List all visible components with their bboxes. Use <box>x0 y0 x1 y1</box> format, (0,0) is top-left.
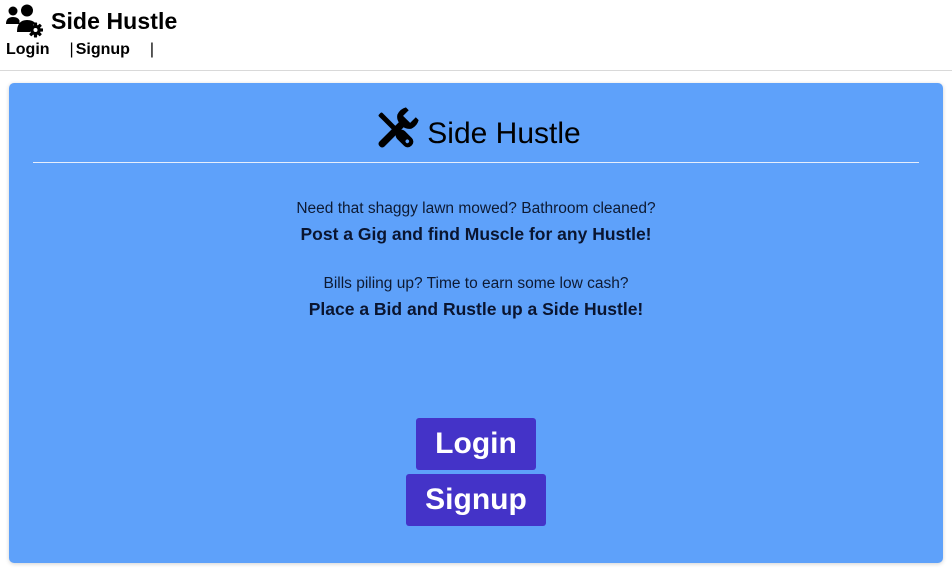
hero-card: Side Hustle Need that shaggy lawn mowed?… <box>9 83 943 563</box>
divider <box>33 162 919 163</box>
nav-links: Login | Signup | <box>6 41 158 59</box>
nav-signup-link[interactable]: Signup <box>76 41 130 59</box>
nav-login-link[interactable]: Login <box>6 41 50 59</box>
signup-button[interactable]: Signup <box>406 474 546 526</box>
pitch-cta-bid: Place a Bid and Rustle up a Side Hustle! <box>308 299 644 319</box>
brand[interactable]: Side Hustle <box>5 3 177 39</box>
login-button[interactable]: Login <box>416 418 536 470</box>
pitch-question-bid: Bills piling up? Time to earn some low c… <box>323 275 629 292</box>
pitch-question-gig: Need that shaggy lawn mowed? Bathroom cl… <box>296 200 656 217</box>
hero-heading: Side Hustle <box>9 105 943 155</box>
nav-separator: | <box>149 41 155 58</box>
users-gear-icon <box>5 4 44 38</box>
tools-icon <box>371 105 421 155</box>
brand-title: Side Hustle <box>51 7 178 34</box>
nav-separator: | <box>69 41 74 58</box>
top-navbar: Side Hustle Login | Signup | <box>0 0 952 71</box>
pitch-cta-gig: Post a Gig and find Muscle for any Hustl… <box>300 224 652 244</box>
hero-title: Side Hustle <box>427 117 581 150</box>
